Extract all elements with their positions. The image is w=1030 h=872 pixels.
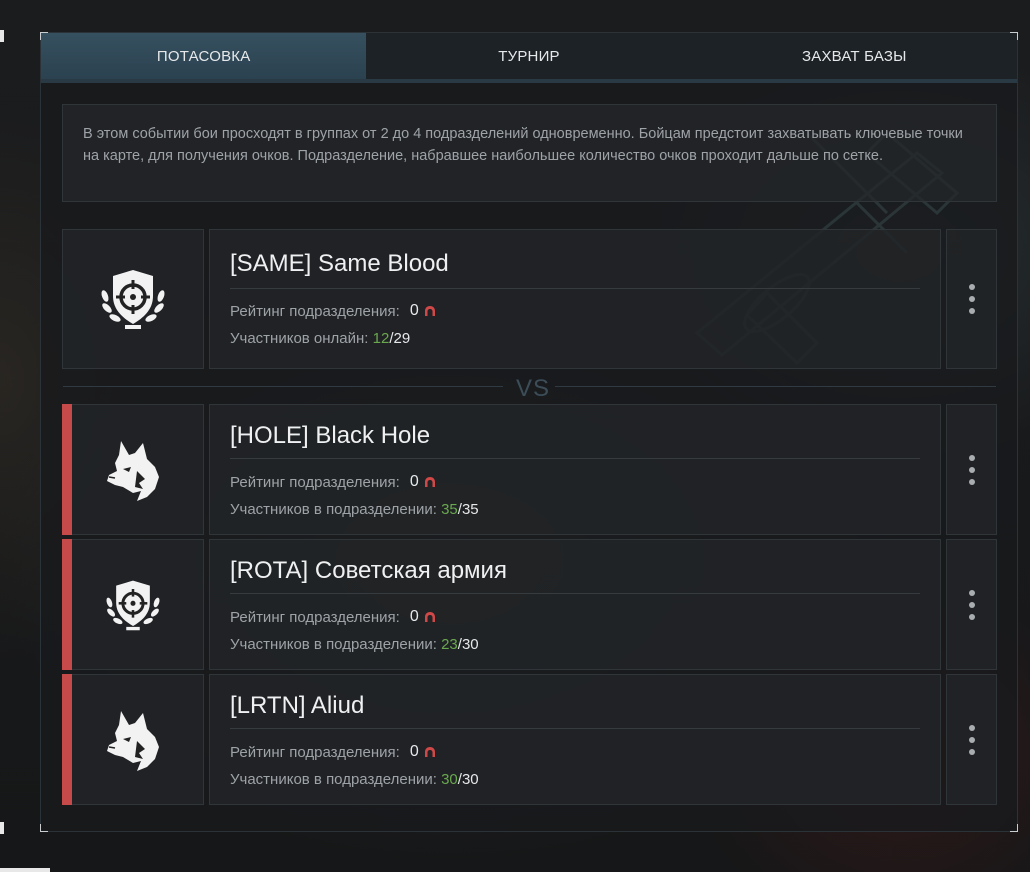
rank-icon: [424, 306, 435, 316]
members-current: 12: [372, 330, 390, 347]
vs-label: VS: [515, 375, 550, 402]
unit-info[interactable]: [ROTA] Советская армия Рейтинг подраздел…: [209, 539, 941, 670]
unit-info[interactable]: [HOLE] Black Hole Рейтинг подразделения:…: [209, 404, 941, 535]
opponent-row: [ROTA] Советская армия Рейтинг подраздел…: [62, 539, 997, 670]
unit-emblem: [62, 539, 204, 670]
corner-bracket: [1010, 824, 1018, 832]
members-max: 35: [461, 501, 479, 518]
unit-info[interactable]: [LRTN] Aliud Рейтинг подразделения: 0 Уч…: [209, 674, 941, 805]
more-vertical-icon: [968, 454, 975, 485]
divider: [230, 288, 920, 289]
opponent-row: [HOLE] Black Hole Рейтинг подразделения:…: [62, 404, 997, 535]
members-label: Участников в подразделении:: [230, 771, 437, 788]
rank-icon: [424, 612, 435, 622]
rating-value: 0: [409, 743, 419, 760]
unit-members: Участников в подразделении: 30/30: [230, 771, 479, 788]
enemy-accent-bar: [62, 674, 72, 805]
members-current: 30: [441, 771, 458, 788]
unit-rating: Рейтинг подразделения: 0: [230, 473, 436, 491]
unit-name: [LRTN] Aliud: [230, 692, 365, 719]
members-current: 23: [441, 636, 458, 653]
tab-base-capture[interactable]: ЗАХВАТ БАЗЫ: [692, 33, 1017, 79]
unit-emblem: [62, 674, 204, 805]
event-panel: ПОТАСОВКА ТУРНИР ЗАХВАТ БАЗЫ В этом собы…: [40, 32, 1018, 832]
tab-tournament[interactable]: ТУРНИР: [366, 33, 691, 79]
unit-rating: Рейтинг подразделения: 0: [230, 608, 436, 626]
unit-name: [SAME] Same Blood: [230, 250, 449, 277]
divider: [230, 728, 920, 729]
unit-menu-button[interactable]: [946, 404, 997, 535]
more-vertical-icon: [968, 284, 975, 314]
rank-icon: [424, 477, 435, 487]
vs-divider: VS: [63, 375, 996, 402]
unit-members: Участников в подразделении: 23/30: [230, 636, 479, 653]
rating-label: Рейтинг подразделения:: [230, 302, 400, 320]
unit-rating: Рейтинг подразделения: 0: [230, 302, 436, 320]
unit-menu-button[interactable]: [946, 674, 997, 805]
event-description: В этом событии бои просходят в группах о…: [62, 104, 997, 202]
rank-icon: [424, 747, 435, 757]
rating-label: Рейтинг подразделения:: [230, 473, 400, 491]
members-label: Участников онлайн:: [230, 330, 369, 347]
divider: [230, 593, 920, 594]
own-unit-row: [SAME] Same Blood Рейтинг подразделения:…: [62, 229, 997, 369]
opponent-row: [LRTN] Aliud Рейтинг подразделения: 0 Уч…: [62, 674, 997, 805]
more-vertical-icon: [968, 724, 975, 755]
vs-line-left: [63, 386, 503, 387]
edge-marker: [0, 30, 4, 42]
members-max: 30: [461, 636, 479, 653]
enemy-accent-bar: [62, 539, 72, 670]
members-current: 35: [441, 501, 458, 518]
vs-line-right: [555, 386, 996, 387]
edge-marker: [0, 822, 4, 834]
rating-label: Рейтинг подразделения:: [230, 743, 400, 761]
rating-label: Рейтинг подразделения:: [230, 608, 400, 626]
unit-name: [HOLE] Black Hole: [230, 422, 431, 449]
event-type-tabs: ПОТАСОВКА ТУРНИР ЗАХВАТ БАЗЫ: [41, 33, 1017, 83]
unit-members: Участников в подразделении: 35/35: [230, 501, 479, 518]
members-max: 29: [393, 330, 411, 347]
wolf-head-icon: [107, 710, 159, 771]
unit-name: [ROTA] Советская армия: [230, 557, 507, 584]
wolf-head-icon: [107, 440, 159, 501]
edge-marker: [0, 868, 50, 872]
tab-brawl[interactable]: ПОТАСОВКА: [41, 33, 367, 79]
corner-bracket: [40, 824, 48, 832]
members-max: 30: [461, 771, 479, 788]
unit-menu-button[interactable]: [946, 539, 997, 670]
unit-menu-button[interactable]: [946, 229, 997, 369]
unit-rating: Рейтинг подразделения: 0: [230, 743, 436, 761]
more-vertical-icon: [968, 589, 975, 620]
rating-value: 0: [409, 608, 419, 625]
unit-info[interactable]: [SAME] Same Blood Рейтинг подразделения:…: [209, 229, 941, 369]
crosshair-shield-icon: [101, 270, 165, 329]
members-label: Участников в подразделении:: [230, 636, 437, 653]
crosshair-shield-icon: [106, 580, 160, 630]
members-label: Участников в подразделении:: [230, 501, 437, 518]
enemy-accent-bar: [62, 404, 72, 535]
rating-value: 0: [409, 473, 419, 490]
unit-emblem: [62, 229, 204, 369]
unit-emblem: [62, 404, 204, 535]
rating-value: 0: [409, 302, 419, 319]
unit-members: Участников онлайн: 12/29: [230, 330, 410, 347]
divider: [230, 458, 920, 459]
